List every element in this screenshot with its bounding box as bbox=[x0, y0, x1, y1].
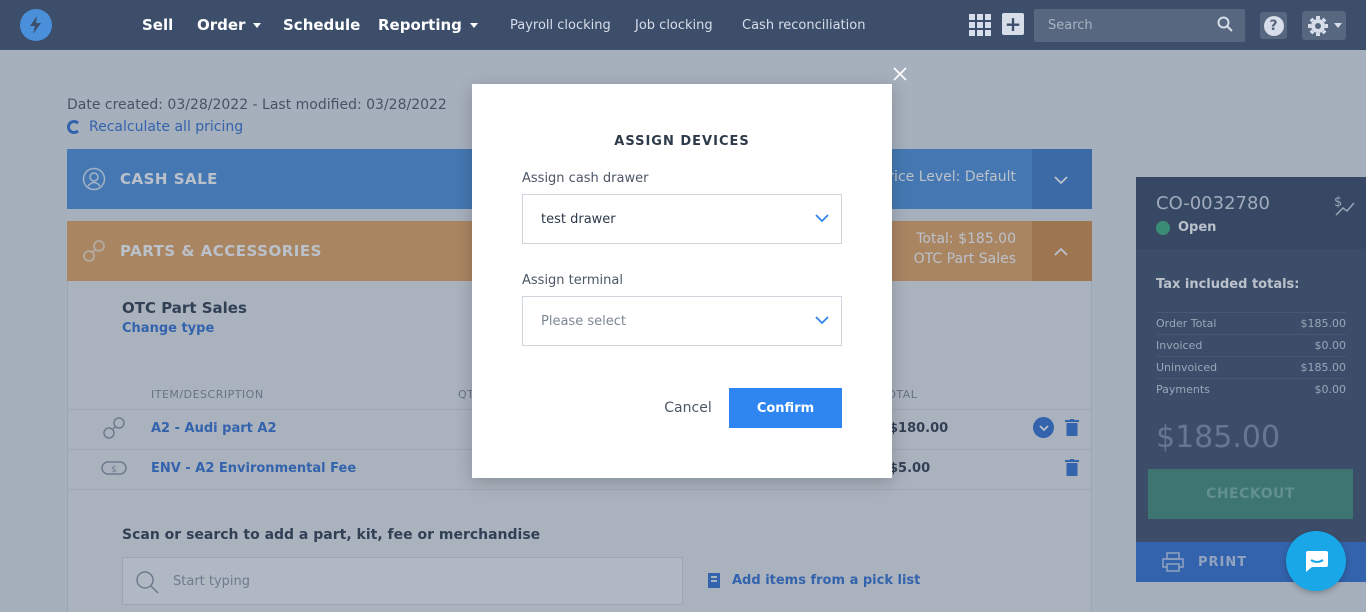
search-input[interactable] bbox=[1048, 9, 1208, 42]
nav-payroll-clocking[interactable]: Payroll clocking bbox=[510, 0, 611, 50]
caret-down-icon bbox=[1333, 23, 1342, 28]
terminal-label: Assign terminal bbox=[522, 273, 623, 288]
global-search bbox=[1034, 9, 1245, 42]
chevron-down-icon bbox=[815, 214, 829, 223]
nav-order[interactable]: Order bbox=[197, 0, 262, 50]
confirm-button[interactable]: Confirm bbox=[729, 388, 842, 428]
nav-reporting-label: Reporting bbox=[378, 16, 462, 34]
cash-drawer-select[interactable]: test drawer bbox=[522, 194, 842, 244]
settings-button[interactable] bbox=[1302, 11, 1346, 40]
search-icon[interactable] bbox=[1217, 16, 1233, 32]
help-icon[interactable]: ? bbox=[1260, 12, 1287, 39]
chevron-down-icon bbox=[815, 316, 829, 325]
assign-devices-modal: ASSIGN DEVICES Assign cash drawer test d… bbox=[472, 84, 892, 478]
chat-bubble-icon bbox=[1306, 551, 1328, 572]
nav-schedule-label: Schedule bbox=[283, 16, 361, 34]
modal-title: ASSIGN DEVICES bbox=[614, 134, 750, 149]
nav-schedule[interactable]: Schedule bbox=[283, 0, 360, 50]
nav-job-clocking[interactable]: Job clocking bbox=[635, 0, 713, 50]
cash-drawer-label: Assign cash drawer bbox=[522, 171, 649, 186]
nav-sell[interactable]: Sell bbox=[142, 0, 173, 50]
add-plus-icon[interactable]: + bbox=[1002, 13, 1024, 35]
close-icon[interactable] bbox=[891, 65, 909, 83]
nav-order-label: Order bbox=[197, 16, 246, 34]
chat-button[interactable] bbox=[1286, 531, 1346, 591]
lightning-logo-icon[interactable] bbox=[20, 9, 52, 41]
caret-down-icon bbox=[253, 22, 262, 28]
apps-grid-icon[interactable] bbox=[969, 14, 991, 36]
top-nav: Sell Order Schedule Reporting Payroll cl… bbox=[0, 0, 1366, 50]
help-glyph: ? bbox=[1263, 15, 1284, 36]
caret-down-icon bbox=[469, 22, 478, 28]
cancel-button[interactable]: Cancel bbox=[658, 388, 718, 428]
terminal-select[interactable]: Please select bbox=[522, 296, 842, 346]
gear-icon bbox=[1307, 15, 1328, 36]
nav-sell-label: Sell bbox=[142, 16, 174, 34]
nav-cash-reconciliation[interactable]: Cash reconciliation bbox=[742, 0, 865, 50]
nav-reporting[interactable]: Reporting bbox=[378, 0, 478, 50]
terminal-placeholder: Please select bbox=[541, 313, 626, 329]
cash-drawer-value: test drawer bbox=[541, 211, 616, 227]
